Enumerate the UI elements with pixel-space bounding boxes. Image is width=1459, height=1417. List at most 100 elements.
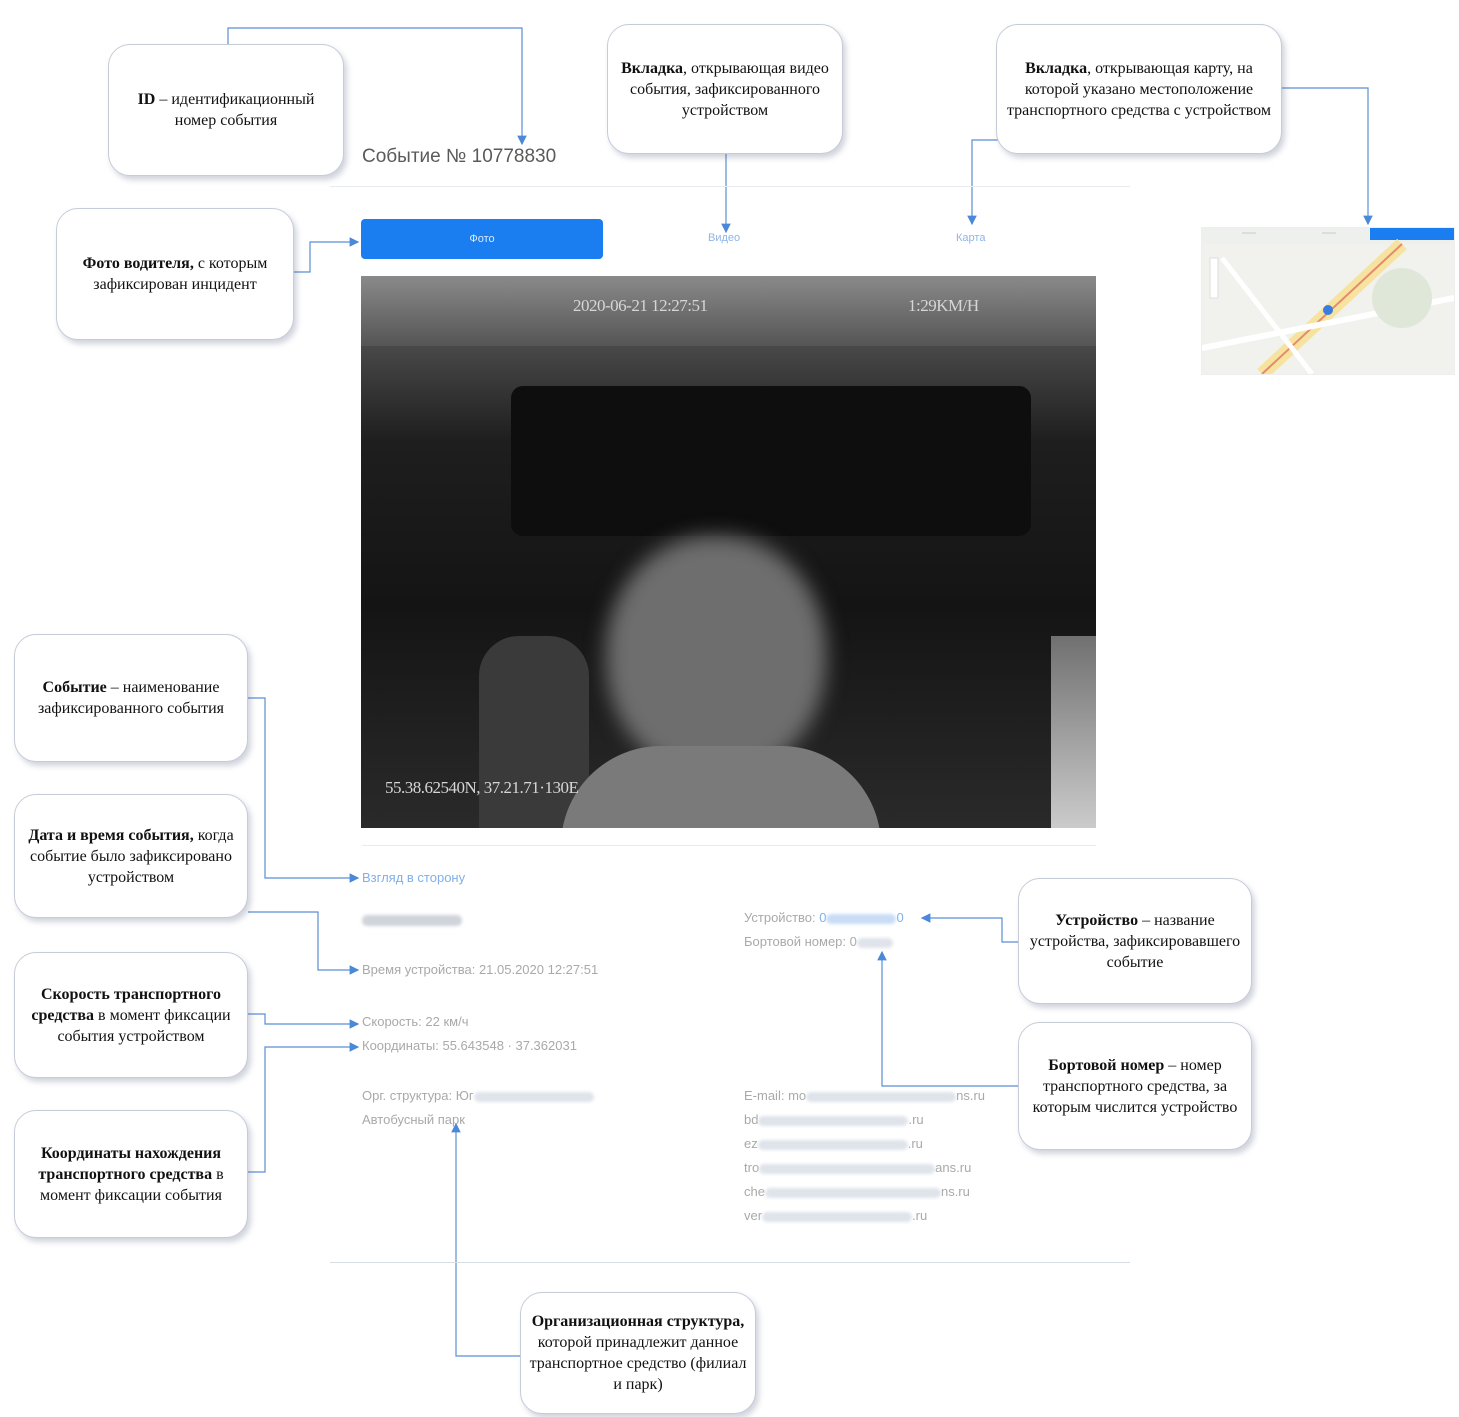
callout-map-text: Вкладка, открывающая карту, на которой у… bbox=[1005, 58, 1273, 121]
callout-org-structure: Организационная структура, которой прина… bbox=[520, 1292, 756, 1414]
callout-device-bold: Устройство bbox=[1055, 911, 1139, 929]
callout-id-bold: ID bbox=[137, 91, 156, 108]
board-number-label: Бортовой номер: bbox=[744, 934, 847, 949]
callout-id-text: ID – идентификационный номер события bbox=[117, 89, 335, 131]
device-value-start[interactable]: 0 bbox=[819, 910, 826, 925]
email-2: ez .ru bbox=[744, 1136, 923, 1151]
email-end: ans.ru bbox=[935, 1160, 972, 1175]
device: Устройство: 0 0 bbox=[744, 910, 904, 925]
email-start: ez bbox=[744, 1136, 758, 1151]
device-time-label: Время устройства: bbox=[362, 962, 476, 977]
blurred-text bbox=[856, 937, 893, 948]
email-end: .ru bbox=[907, 1136, 923, 1151]
footer-divider bbox=[330, 1262, 1130, 1263]
callout-coordinates-text: Координаты нахождения транспортного сред… bbox=[23, 1143, 239, 1206]
callout-speed-text: Скорость транспортного средства в момент… bbox=[23, 984, 239, 1047]
event-title: Событие № 10778830 bbox=[362, 146, 557, 167]
blurred-text bbox=[362, 915, 462, 927]
connector-photo bbox=[294, 237, 360, 273]
email-end: ns.ru bbox=[956, 1088, 986, 1103]
speed-label: Скорость: bbox=[362, 1014, 422, 1029]
connector-datetime bbox=[248, 911, 360, 975]
photo-cabin-panel bbox=[511, 386, 1031, 536]
device-value-end[interactable]: 0 bbox=[896, 910, 903, 925]
callout-coordinates: Координаты нахождения транспортного сред… bbox=[14, 1110, 248, 1238]
connector-coords bbox=[248, 1042, 360, 1173]
device-time: Время устройства: 21.05.2020 12:27:51 bbox=[362, 962, 598, 977]
blurred-text bbox=[758, 1115, 909, 1126]
callout-device-text: Устройство – название устройства, зафикс… bbox=[1027, 910, 1243, 973]
org-structure-line2: Автобусный парк bbox=[362, 1112, 465, 1127]
connector-speed bbox=[248, 1013, 360, 1029]
tab-photo[interactable]: Фото bbox=[361, 219, 603, 259]
photo-shoulders bbox=[561, 746, 881, 828]
email-start: ver bbox=[744, 1208, 763, 1223]
blurred-text bbox=[762, 1211, 913, 1222]
callout-id: ID – идентификационный номер события bbox=[108, 44, 344, 176]
callout-video-text: Вкладка, открывающая видео события, зафи… bbox=[616, 58, 834, 121]
callout-driver-photo: Фото водителя, с которым зафиксирован ин… bbox=[56, 208, 294, 340]
callout-video-bold: Вкладка bbox=[621, 59, 684, 77]
blurred-text bbox=[473, 1091, 594, 1102]
callout-board-number: Бортовой номер – номер транспортного сре… bbox=[1018, 1022, 1252, 1150]
callout-org-structure-rest: которой принадлежит данное транспортное … bbox=[529, 1334, 747, 1393]
callout-org-structure-text: Организационная структура, которой прина… bbox=[529, 1311, 747, 1395]
blurred-text bbox=[764, 1187, 941, 1198]
connector-device bbox=[920, 913, 1018, 943]
org-structure-value-start: Юг bbox=[455, 1088, 474, 1103]
header-divider bbox=[330, 186, 1130, 187]
connector-map-thumb bbox=[1282, 87, 1373, 226]
blurred-text bbox=[806, 1091, 957, 1102]
coordinates-label: Координаты: bbox=[362, 1038, 439, 1053]
blurred-field bbox=[362, 912, 462, 930]
connector-event-name bbox=[248, 697, 360, 883]
blurred-text bbox=[826, 913, 897, 924]
photo-ceiling bbox=[361, 276, 1096, 346]
email-4: che ns.ru bbox=[744, 1184, 970, 1199]
coordinates: Координаты: 55.643548 · 37.362031 bbox=[362, 1038, 577, 1053]
callout-board-number-bold: Бортовой номер bbox=[1048, 1056, 1165, 1074]
callout-speed: Скорость транспортного средства в момент… bbox=[14, 952, 248, 1078]
callout-event-name-bold: Событие bbox=[42, 679, 107, 696]
tab-map[interactable]: Карта bbox=[956, 232, 985, 244]
callout-map: Вкладка, открывающая карту, на которой у… bbox=[996, 24, 1282, 154]
email-end: ns.ru bbox=[940, 1184, 970, 1199]
device-time-value: 21.05.2020 12:27:51 bbox=[478, 962, 599, 977]
photo-speed-overlay: 1:29KM/H bbox=[908, 296, 979, 315]
callout-event-name-text: Событие – наименование зафиксированного … bbox=[23, 677, 239, 719]
connector-org bbox=[451, 1122, 520, 1357]
device-label: Устройство: bbox=[744, 910, 816, 925]
connector-board bbox=[877, 950, 1018, 1087]
email-start: che bbox=[744, 1184, 765, 1199]
event-name[interactable]: Взгляд в сторону bbox=[362, 870, 465, 885]
org-structure: Орг. структура: Юг bbox=[362, 1088, 594, 1103]
callout-id-rest: – идентификационный номер события bbox=[159, 91, 315, 129]
email-0: E-mail: mo ns.ru bbox=[744, 1088, 985, 1103]
tab-video[interactable]: Видео bbox=[708, 232, 740, 244]
photo-divider bbox=[362, 845, 1096, 846]
speed: Скорость: 22 км/ч bbox=[362, 1014, 468, 1029]
photo-window bbox=[1051, 636, 1096, 828]
callout-coordinates-bold: Координаты нахождения транспортного сред… bbox=[38, 1144, 222, 1183]
email-1: bd .ru bbox=[744, 1112, 924, 1127]
blurred-text bbox=[759, 1163, 936, 1174]
driver-photo: 2020-06-21 12:27:51 1:29KM/H 55.38.62540… bbox=[361, 276, 1096, 828]
callout-device: Устройство – название устройства, зафикс… bbox=[1018, 878, 1252, 1004]
callout-video: Вкладка, открывающая видео события, зафи… bbox=[607, 24, 843, 154]
callout-board-number-text: Бортовой номер – номер транспортного сре… bbox=[1027, 1055, 1243, 1118]
coordinates-value: 55.643548 · 37.362031 bbox=[442, 1038, 577, 1053]
email-end: .ru bbox=[908, 1112, 924, 1127]
callout-datetime: Дата и время события, когда событие было… bbox=[14, 794, 248, 918]
photo-datetime-overlay: 2020-06-21 12:27:51 bbox=[573, 296, 708, 315]
event-name-link[interactable]: Взгляд в сторону bbox=[362, 870, 465, 885]
email-start: bd bbox=[744, 1112, 759, 1127]
map-thumbnail-image bbox=[1202, 238, 1454, 374]
board-number-value-start: 0 bbox=[849, 934, 857, 949]
callout-driver-photo-bold: Фото водителя, bbox=[82, 255, 194, 272]
callout-map-bold: Вкладка bbox=[1025, 59, 1088, 77]
org-structure-value-end: Автобусный парк bbox=[362, 1112, 465, 1127]
callout-driver-photo-text: Фото водителя, с которым зафиксирован ин… bbox=[65, 253, 285, 295]
callout-org-structure-bold: Организационная структура, bbox=[531, 1313, 745, 1330]
callout-event-name: Событие – наименование зафиксированного … bbox=[14, 634, 248, 762]
blurred-text bbox=[757, 1139, 908, 1150]
